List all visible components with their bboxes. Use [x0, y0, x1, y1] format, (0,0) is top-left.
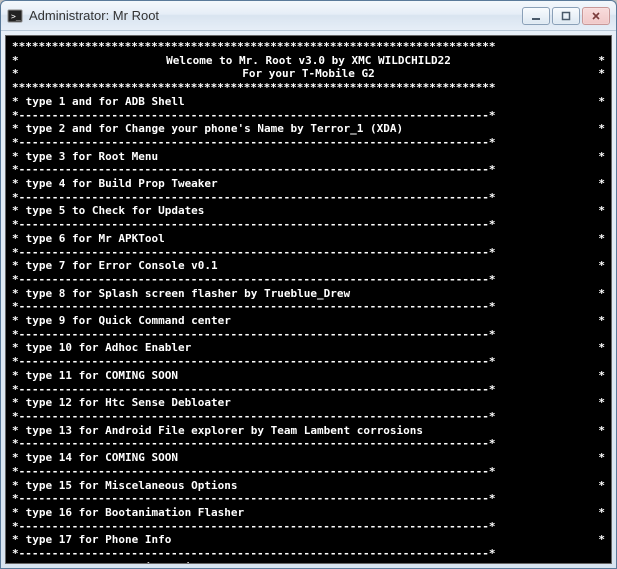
menu-item-11: * type 11 for COMING SOON*: [12, 369, 605, 383]
menu-item-1: * type 1 and for ADB Shell*: [12, 95, 605, 109]
menu-item-12: * type 12 for Htc Sense Debloater*: [12, 396, 605, 410]
console-header-line: *For your T-Mobile G2*: [12, 67, 605, 81]
menu-item-16: * type 16 for Bootanimation Flasher*: [12, 506, 605, 520]
menu-item-7: * type 7 for Error Console v0.1*: [12, 259, 605, 273]
console-header-line: *Welcome to Mr. Root v3.0 by XMC WILDCHI…: [12, 54, 605, 68]
menu-item-5: * type 5 to Check for Updates*: [12, 204, 605, 218]
menu-item-13: * type 13 for Android File explorer by T…: [12, 424, 605, 438]
minimize-button[interactable]: [522, 7, 550, 25]
menu-item-18: * type 18 for Cosmetic Options*: [12, 561, 605, 564]
menu-item-8: * type 8 for Splash screen flasher by Tr…: [12, 287, 605, 301]
menu-item-2: * type 2 and for Change your phone's Nam…: [12, 122, 605, 136]
app-window: >_ Administrator: Mr Root **************…: [0, 0, 617, 569]
console-output[interactable]: ****************************************…: [5, 35, 612, 564]
close-button[interactable]: [582, 7, 610, 25]
window-title: Administrator: Mr Root: [29, 8, 522, 23]
console-icon: >_: [7, 8, 23, 24]
menu-item-6: * type 6 for Mr APKTool*: [12, 232, 605, 246]
menu-item-3: * type 3 for Root Menu*: [12, 150, 605, 164]
menu-item-4: * type 4 for Build Prop Tweaker*: [12, 177, 605, 191]
menu-item-10: * type 10 for Adhoc Enabler*: [12, 341, 605, 355]
window-controls: [522, 7, 610, 25]
titlebar[interactable]: >_ Administrator: Mr Root: [1, 1, 616, 31]
menu-item-14: * type 14 for COMING SOON*: [12, 451, 605, 465]
menu-item-15: * type 15 for Miscelaneous Options*: [12, 479, 605, 493]
menu-item-17: * type 17 for Phone Info*: [12, 533, 605, 547]
maximize-button[interactable]: [552, 7, 580, 25]
svg-text:>_: >_: [11, 12, 21, 21]
menu-item-9: * type 9 for Quick Command center*: [12, 314, 605, 328]
